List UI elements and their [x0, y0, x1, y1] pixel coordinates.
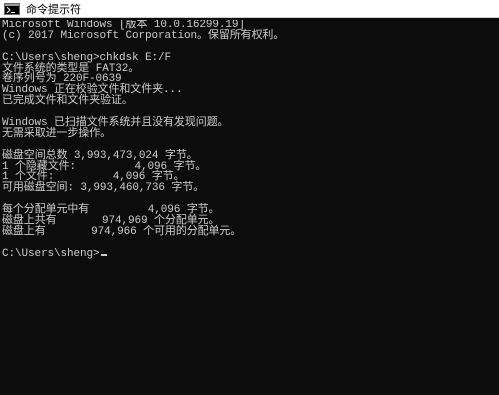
- scrollbar[interactable]: [494, 18, 499, 395]
- command-prompt-icon: [4, 2, 20, 15]
- console-line: 磁盘空间总数 3,993,473,024 字节。: [2, 149, 198, 162]
- console-prompt-line[interactable]: C:\Users\sheng>: [2, 247, 494, 260]
- console-output[interactable]: Microsoft Windows [版本 10.0.16299.19] (c)…: [2, 20, 494, 395]
- title-bar[interactable]: 命令提示符: [0, 0, 499, 18]
- command-prompt-window: 命令提示符 Microsoft Windows [版本 10.0.16299.1…: [0, 0, 499, 395]
- command-prompt: C:\Users\sheng>: [2, 247, 100, 260]
- console-line: 已完成文件和文件夹验证。: [2, 95, 133, 108]
- console-line: (c) 2017 Microsoft Corporation。保留所有权利。: [2, 29, 285, 42]
- console-line: 磁盘上有 974,966 个可用的分配单元。: [2, 225, 242, 238]
- console-line: C:\Users\sheng>chkdsk E:/F: [2, 51, 172, 64]
- window-title: 命令提示符: [26, 2, 81, 16]
- console-line: 可用磁盘空间: 3,993,460,736 字节。: [2, 182, 205, 195]
- console-line: 无需采取进一步操作。: [2, 127, 111, 140]
- text-cursor: [100, 253, 107, 256]
